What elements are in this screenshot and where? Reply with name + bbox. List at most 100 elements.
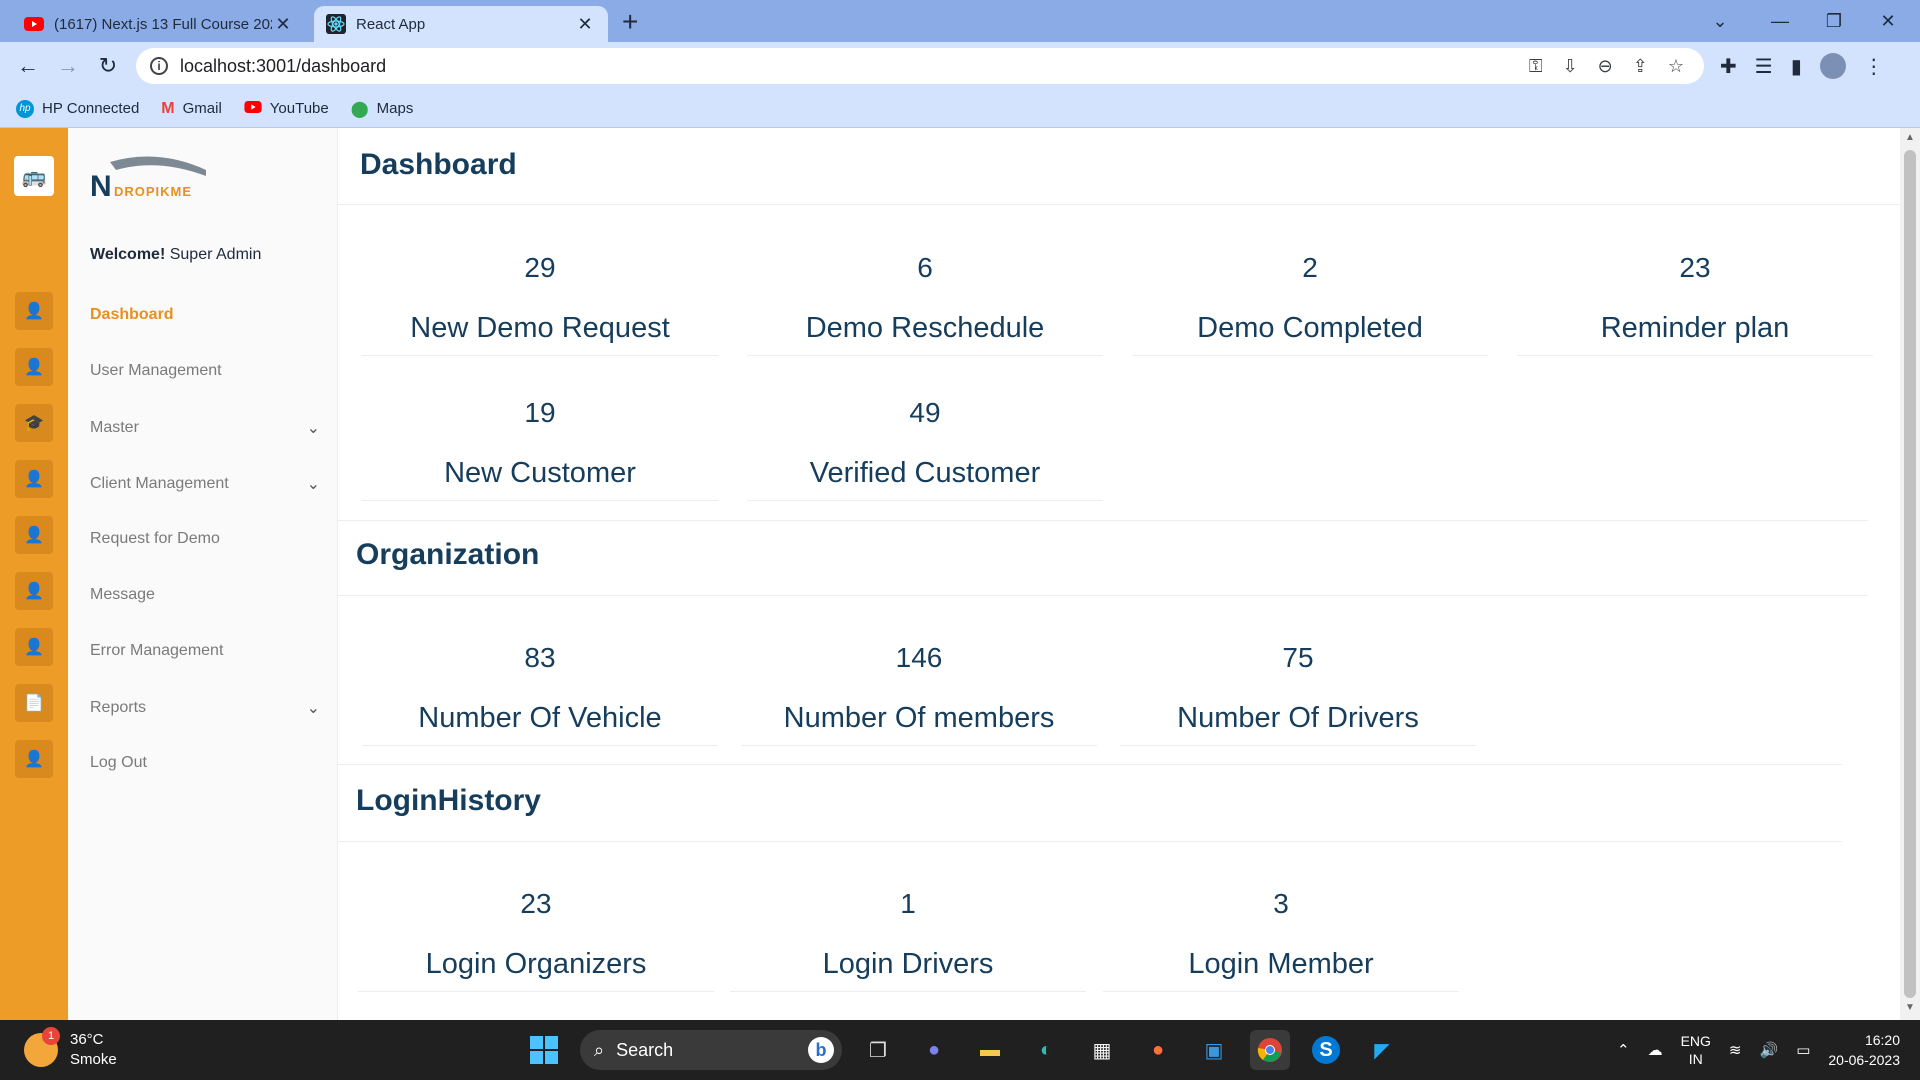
key-icon[interactable]: ⚿ bbox=[1529, 56, 1543, 77]
stat-label: New Demo Request bbox=[410, 312, 670, 344]
user-icon[interactable]: 👤 bbox=[15, 516, 53, 554]
stat-value: 23 bbox=[1679, 252, 1711, 283]
sidebar-item-label: Master bbox=[90, 419, 139, 436]
scroll-down-icon[interactable]: ▼ bbox=[1900, 1002, 1920, 1018]
stat-card-login-member[interactable]: 3 Login Member bbox=[1103, 874, 1459, 992]
close-tab-icon[interactable]: ✕ bbox=[574, 14, 596, 35]
graduation-cap-icon[interactable]: 🎓 bbox=[15, 404, 53, 442]
sidebar-item-master[interactable]: Master ⌄ bbox=[90, 418, 320, 438]
sidebar-item-client-management[interactable]: Client Management ⌄ bbox=[90, 474, 320, 494]
side-panel-icon[interactable]: ▮ bbox=[1791, 54, 1802, 79]
chevron-up-icon[interactable]: ⌃ bbox=[1617, 1041, 1630, 1059]
zoom-icon[interactable]: ⊖ bbox=[1598, 56, 1613, 77]
onedrive-icon[interactable]: ☁ bbox=[1648, 1041, 1663, 1059]
microsoft-store-icon[interactable]: ▦ bbox=[1082, 1030, 1122, 1070]
bookmark-hp-connected[interactable]: hp HP Connected bbox=[16, 99, 139, 118]
file-explorer-icon[interactable]: ▬ bbox=[970, 1030, 1010, 1070]
stat-value: 29 bbox=[524, 252, 556, 283]
restore-button[interactable]: ❐ bbox=[1806, 0, 1862, 42]
url-text[interactable]: localhost:3001/dashboard bbox=[180, 56, 386, 77]
sidebar-item-user-management[interactable]: User Management bbox=[90, 362, 320, 380]
scrollbar-thumb[interactable] bbox=[1904, 150, 1916, 998]
clock-date: 20-06-2023 bbox=[1828, 1052, 1900, 1068]
share-icon[interactable]: ⇪ bbox=[1633, 56, 1648, 77]
stat-card-new-customer[interactable]: 19 New Customer bbox=[362, 383, 718, 501]
user-icon[interactable]: 👤 bbox=[15, 740, 53, 778]
weather-icon: 1 bbox=[24, 1027, 60, 1067]
brand-name: DROPIKME bbox=[114, 184, 193, 199]
firefox-icon[interactable]: ● bbox=[1138, 1030, 1178, 1070]
task-view-icon[interactable]: ❐ bbox=[858, 1030, 898, 1070]
stat-card-number-of-members[interactable]: 146 Number Of members bbox=[741, 628, 1097, 746]
bookmark-maps[interactable]: ⬤ Maps bbox=[351, 99, 414, 119]
forward-button[interactable]: → bbox=[50, 48, 86, 84]
stat-card-login-drivers[interactable]: 1 Login Drivers bbox=[730, 874, 1086, 992]
sidebar-item-request-for-demo[interactable]: Request for Demo bbox=[90, 530, 320, 548]
close-tab-icon[interactable]: ✕ bbox=[272, 14, 294, 35]
site-info-icon[interactable]: i bbox=[150, 57, 168, 75]
minimize-button[interactable]: — bbox=[1752, 0, 1808, 42]
bookmark-youtube[interactable]: YouTube bbox=[244, 100, 329, 117]
tab-youtube[interactable]: (1617) Next.js 13 Full Course 202 ✕ bbox=[12, 6, 306, 42]
sidebar-item-error-management[interactable]: Error Management bbox=[90, 642, 320, 660]
sidebar-item-dashboard[interactable]: Dashboard bbox=[90, 306, 320, 324]
sidebar-item-message[interactable]: Message bbox=[90, 586, 320, 604]
edge-icon[interactable]: ◐ bbox=[1026, 1030, 1066, 1070]
stat-card-login-organizers[interactable]: 23 Login Organizers bbox=[358, 874, 714, 992]
chrome-icon[interactable] bbox=[1250, 1030, 1290, 1070]
reading-list-icon[interactable]: ☰ bbox=[1755, 54, 1773, 79]
close-window-button[interactable]: ✕ bbox=[1860, 0, 1916, 42]
vscode-icon[interactable]: ◤ bbox=[1362, 1030, 1402, 1070]
sidebar-item-reports[interactable]: Reports ⌄ bbox=[90, 698, 320, 718]
teams-chat-icon[interactable]: ● bbox=[914, 1030, 954, 1070]
tab-search-icon[interactable]: ⌄ bbox=[1692, 0, 1748, 42]
stat-card-verified-customer[interactable]: 49 Verified Customer bbox=[747, 383, 1103, 501]
stat-card-new-demo-request[interactable]: 29 New Demo Request bbox=[362, 238, 718, 356]
page-scrollbar[interactable]: ▲ ▼ bbox=[1900, 128, 1920, 1020]
back-button[interactable]: ← bbox=[10, 48, 46, 84]
language-indicator[interactable]: ENG IN bbox=[1681, 1032, 1711, 1068]
bookmark-star-icon[interactable]: ☆ bbox=[1668, 56, 1684, 77]
scroll-up-icon[interactable]: ▲ bbox=[1900, 132, 1920, 148]
clock[interactable]: 16:20 20-06-2023 bbox=[1828, 1030, 1900, 1070]
brand-logo[interactable]: N DROPIKME bbox=[88, 152, 208, 203]
document-icon[interactable]: 📄 bbox=[15, 684, 53, 722]
windows-start-icon[interactable] bbox=[524, 1030, 564, 1070]
svg-text:N: N bbox=[90, 170, 112, 202]
user-icon[interactable]: 👤 bbox=[15, 460, 53, 498]
stat-card-number-of-drivers[interactable]: 75 Number Of Drivers bbox=[1120, 628, 1476, 746]
stat-card-demo-completed[interactable]: 2 Demo Completed bbox=[1132, 238, 1488, 356]
bookmark-gmail[interactable]: M Gmail bbox=[161, 100, 222, 118]
app-logo-icon[interactable]: 🚌 bbox=[14, 156, 54, 196]
section-title-login-history: LoginHistory bbox=[356, 784, 541, 817]
stat-card-reminder-plan[interactable]: 23 Reminder plan bbox=[1517, 238, 1873, 356]
menu-kebab-icon[interactable]: ⋮ bbox=[1864, 54, 1884, 79]
battery-icon[interactable]: ▭ bbox=[1796, 1041, 1810, 1059]
tab-react-app[interactable]: React App ✕ bbox=[314, 6, 608, 42]
address-bar[interactable]: i localhost:3001/dashboard ⚿ ⇩ ⊖ ⇪ ☆ bbox=[136, 48, 1704, 84]
new-tab-button[interactable]: + bbox=[622, 8, 638, 36]
install-icon[interactable]: ⇩ bbox=[1563, 56, 1578, 77]
stat-value: 6 bbox=[917, 252, 933, 283]
wifi-icon[interactable]: ≋ bbox=[1729, 1041, 1742, 1059]
reload-button[interactable]: ↻ bbox=[90, 48, 126, 84]
user-icon[interactable]: 👤 bbox=[15, 348, 53, 386]
user-icon[interactable]: 👤 bbox=[15, 572, 53, 610]
sidebar-item-log-out[interactable]: Log Out bbox=[90, 754, 320, 772]
user-icon[interactable]: 👤 bbox=[15, 628, 53, 666]
chevron-down-icon[interactable]: ⌄ bbox=[307, 418, 320, 438]
skype-icon[interactable]: S bbox=[1306, 1030, 1346, 1070]
stat-card-demo-reschedule[interactable]: 6 Demo Reschedule bbox=[747, 238, 1103, 356]
weather-widget[interactable]: 1 36°C Smoke bbox=[24, 1027, 117, 1070]
stat-card-number-of-vehicle[interactable]: 83 Number Of Vehicle bbox=[362, 628, 718, 746]
app-window-icon[interactable]: ▣ bbox=[1194, 1030, 1234, 1070]
chevron-down-icon[interactable]: ⌄ bbox=[307, 474, 320, 494]
avatar[interactable] bbox=[1819, 53, 1846, 79]
user-icon[interactable]: 👤 bbox=[15, 292, 53, 330]
volume-icon[interactable]: 🔊 bbox=[1760, 1041, 1779, 1059]
extensions-icon[interactable]: ✚ bbox=[1720, 54, 1737, 79]
stat-label: Login Drivers bbox=[822, 948, 994, 980]
stat-value: 19 bbox=[524, 397, 556, 428]
taskbar-search[interactable]: ⌕ Search b bbox=[580, 1030, 842, 1070]
chevron-down-icon[interactable]: ⌄ bbox=[307, 698, 320, 718]
